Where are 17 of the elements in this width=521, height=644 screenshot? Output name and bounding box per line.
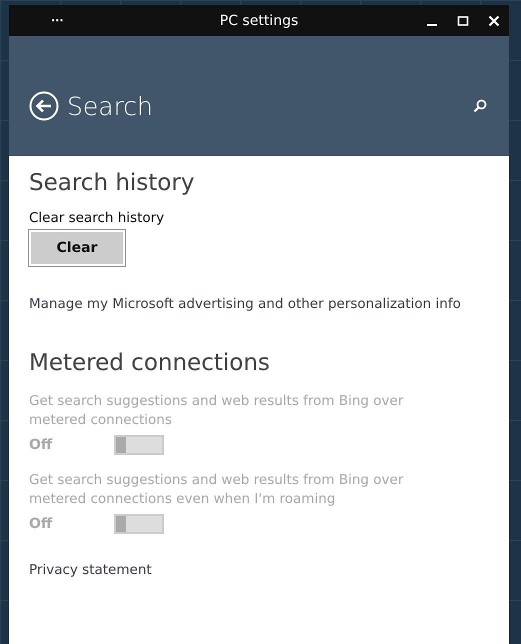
setting-label: Get search suggestions and web results from Bing over metered connections even when I'm roaming bbox=[29, 471, 404, 509]
setting-label: Get search suggestions and web results from Bing over metered connections bbox=[29, 392, 404, 430]
toggle-state: Off bbox=[29, 516, 54, 532]
maximize-icon[interactable] bbox=[457, 14, 469, 26]
toggle-state: Off bbox=[29, 437, 54, 453]
setting-label: Clear search history bbox=[29, 210, 164, 226]
search-icon[interactable] bbox=[473, 99, 487, 113]
section-heading: Metered connections bbox=[29, 350, 270, 376]
window-title: PC settings bbox=[218, 12, 300, 28]
window-menu[interactable]: ··· bbox=[51, 14, 64, 27]
clear-button[interactable]: Clear bbox=[29, 230, 125, 266]
section-heading: Search history bbox=[29, 170, 194, 196]
close-icon[interactable] bbox=[488, 14, 500, 26]
back-icon[interactable] bbox=[29, 91, 59, 121]
privacy-link[interactable]: Privacy statement bbox=[29, 562, 152, 578]
page-title: Search bbox=[67, 92, 153, 120]
advertising-link[interactable]: Manage my Microsoft advertising and other personalization info bbox=[29, 296, 461, 312]
